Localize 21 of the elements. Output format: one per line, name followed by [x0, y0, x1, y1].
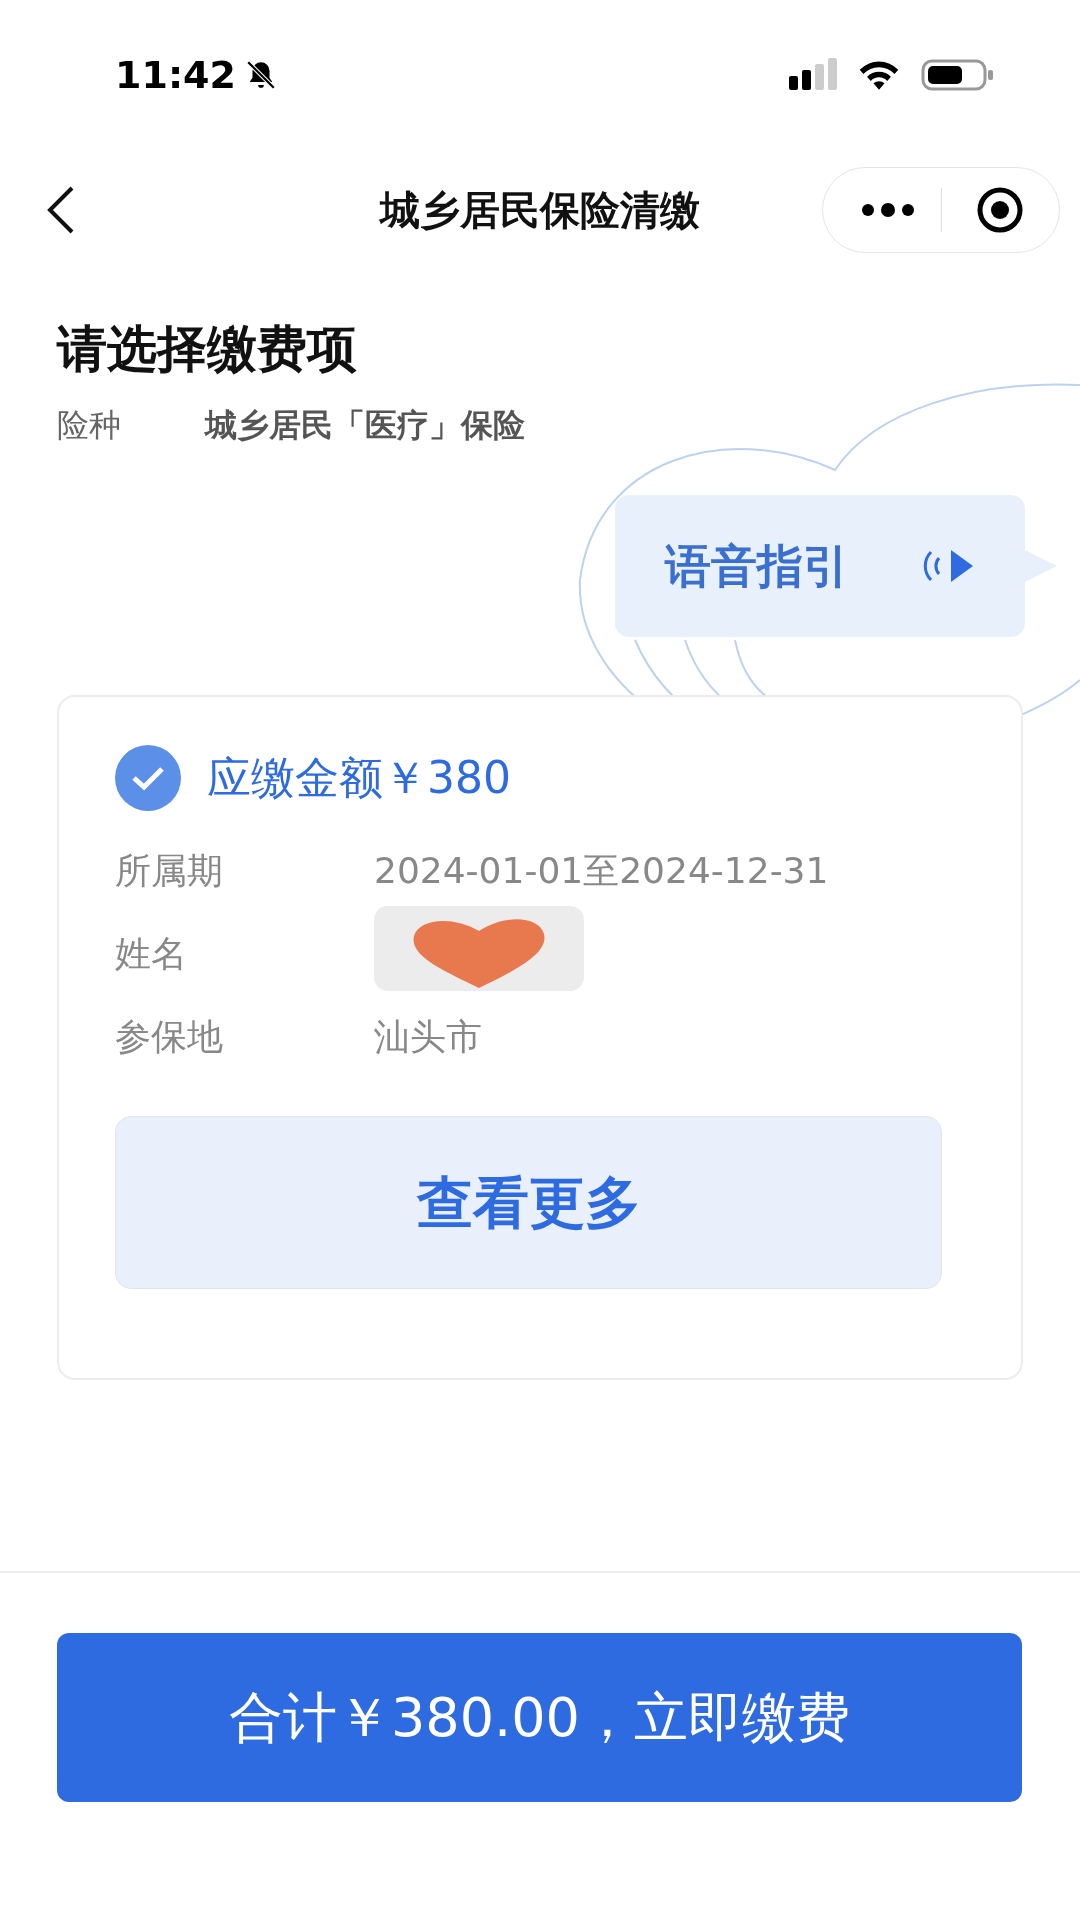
field-label: 姓名 — [115, 931, 188, 976]
amount-due: 应缴金额￥380 — [207, 751, 511, 805]
field-value: 汕头市 — [374, 1014, 482, 1059]
signal-icon — [789, 58, 837, 92]
more-icon[interactable] — [861, 203, 915, 217]
section-heading: 请选择缴费项 — [57, 319, 358, 380]
field-label: 参保地 — [115, 1014, 224, 1059]
view-more-button[interactable]: 查看更多 — [115, 1116, 942, 1289]
field-value: 城乡居民「医疗」保险 — [205, 404, 525, 446]
field-label: 所属期 — [115, 848, 224, 893]
pay-now-button[interactable]: 合计￥380.00，立即缴费 — [57, 1633, 1022, 1802]
back-icon[interactable] — [46, 185, 76, 235]
voice-guide-label: 语音指引 — [665, 537, 849, 595]
status-time: 11:42 — [115, 51, 236, 99]
field-label: 险种 — [57, 404, 122, 446]
checkmark-icon — [131, 765, 165, 791]
close-target-icon[interactable] — [976, 186, 1024, 234]
field-value: 2024-01-01至2024-12-31 — [374, 848, 829, 893]
battery-icon — [921, 58, 995, 92]
voice-guide-bubble[interactable]: 语音指引 — [615, 495, 1025, 637]
page-title: 城乡居民保险清缴 — [378, 186, 701, 235]
